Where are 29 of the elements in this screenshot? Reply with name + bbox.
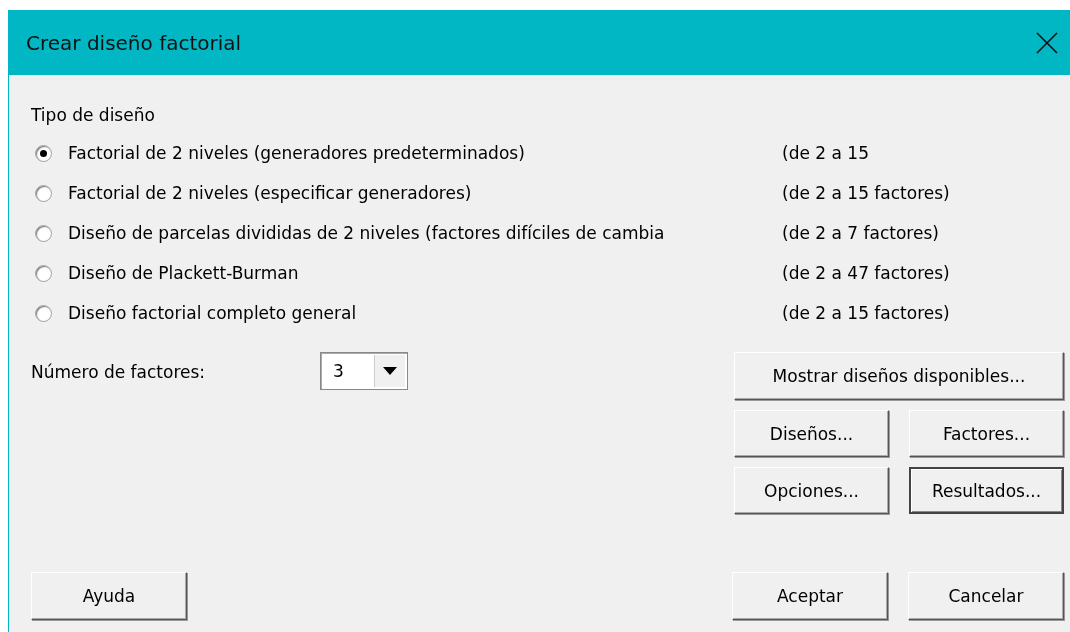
field-label: Número de factores: (31, 362, 206, 382)
radio-button[interactable] (35, 224, 52, 242)
ok-button[interactable]: Aceptar (732, 572, 888, 620)
close-icon[interactable] (1036, 31, 1058, 54)
window-title: Crear diseño factorial (26, 30, 242, 55)
group-label: Tipo de diseño (31, 105, 155, 125)
dialog-button[interactable]: Factores... (909, 410, 1064, 457)
range-text: (de 2 a 15 factores) (782, 303, 950, 323)
range-text: (de 2 a 15 factores) (782, 183, 950, 203)
range-text: (de 2 a 15 (782, 143, 869, 163)
range-text: (de 2 a 7 factores) (782, 223, 939, 243)
dialog-button[interactable]: Opciones... (734, 467, 889, 514)
caret-icon[interactable] (383, 367, 397, 375)
radio-button[interactable] (35, 184, 52, 202)
radio-button[interactable] (35, 144, 52, 162)
radio-button[interactable] (35, 304, 52, 322)
dialog-button[interactable]: Mostrar diseños disponibles... (734, 352, 1064, 400)
option-label[interactable]: Diseño factorial completo general (68, 303, 357, 323)
option-label[interactable]: Factorial de 2 niveles (generadores predeterminados) (68, 143, 525, 163)
factor-count-dropdown[interactable]: 3 (320, 352, 408, 390)
dialog-button[interactable]: Resultados... (909, 467, 1064, 514)
dialog-button[interactable]: Diseños... (734, 410, 889, 457)
help-button[interactable]: Ayuda (31, 572, 187, 620)
range-text: (de 2 a 47 factores) (782, 263, 950, 283)
option-label[interactable]: Diseño de parcelas divididas de 2 niveles (factores difíciles de cambia (68, 223, 665, 243)
option-label[interactable]: Factorial de 2 niveles (especificar generadores) (68, 183, 472, 203)
option-label[interactable]: Diseño de Plackett-Burman (68, 263, 299, 283)
cancel-button[interactable]: Cancelar (908, 572, 1064, 620)
radio-button[interactable] (35, 264, 52, 282)
